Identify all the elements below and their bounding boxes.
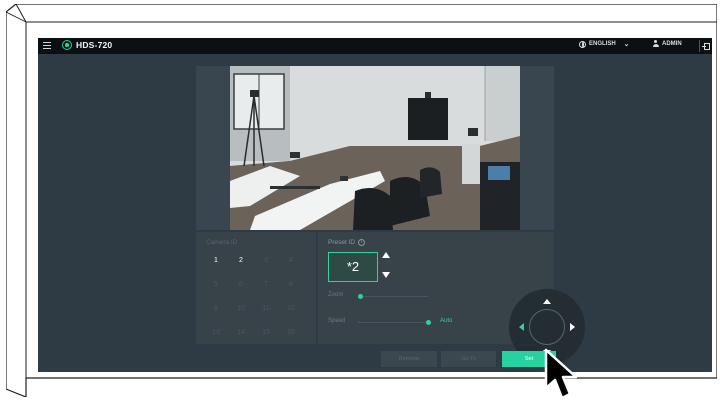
zoom-label: Zoom: [328, 292, 344, 298]
preset-id-title: Preset ID i: [328, 239, 366, 246]
zoom-slider-handle[interactable]: [358, 294, 363, 299]
camera-3-button[interactable]: 3: [258, 254, 274, 268]
top-bar: HDS-720 ENGLISH ⌄ ADMIN: [38, 38, 712, 54]
camera-control-app: HDS-720 ENGLISH ⌄ ADMIN Camera ID 1 2 3 …: [38, 38, 712, 372]
camera-2-button[interactable]: 2: [233, 253, 249, 268]
menu-icon[interactable]: [43, 42, 51, 50]
camera-12-button[interactable]: 12: [283, 302, 299, 316]
speed-slider-handle[interactable]: [426, 320, 431, 325]
globe-icon: [579, 40, 586, 48]
camera-9-button[interactable]: 9: [208, 302, 224, 316]
camera-id-title: Camera ID: [206, 239, 238, 246]
app-title: HDS-720: [76, 40, 113, 50]
camera-4-button[interactable]: 4: [283, 254, 299, 268]
camera-id-panel: Camera ID 1 2 3 4 5 6 7 8 9 10 11 12 13 …: [196, 232, 316, 344]
user-icon: [652, 40, 659, 47]
logout-button[interactable]: [699, 40, 712, 52]
logout-icon: [702, 42, 710, 50]
camera-video-feed: [230, 66, 520, 230]
arrow-left-icon[interactable]: [519, 323, 524, 331]
camera-14-button[interactable]: 14: [233, 326, 249, 340]
camera-13-button[interactable]: 13: [208, 326, 224, 340]
arrow-up-icon[interactable]: [543, 299, 551, 304]
video-panel: [196, 66, 554, 230]
language-label: ENGLISH: [589, 41, 616, 47]
ptz-center-button[interactable]: [529, 309, 565, 345]
cursor-icon: [544, 348, 584, 405]
speed-slider-track[interactable]: [358, 322, 430, 323]
zoom-slider-track[interactable]: [358, 296, 428, 297]
info-icon[interactable]: i: [358, 239, 366, 246]
arrow-right-icon[interactable]: [570, 323, 575, 331]
camera-6-button[interactable]: 6: [233, 278, 249, 292]
camera-1-button[interactable]: 1: [208, 254, 224, 268]
preset-decrement-icon[interactable]: [382, 272, 390, 278]
preset-increment-icon[interactable]: [382, 252, 390, 258]
camera-10-button[interactable]: 10: [233, 302, 249, 316]
logo-icon: [62, 40, 72, 50]
user-label: ADMIN: [662, 40, 682, 47]
preset-panel: Preset ID i *2 Zoom Speed Auto: [318, 232, 585, 365]
camera-16-button[interactable]: 16: [283, 326, 299, 340]
goto-button[interactable]: Go To: [441, 351, 496, 367]
camera-5-button[interactable]: 5: [208, 278, 224, 292]
preset-id-label: Preset ID: [328, 239, 356, 246]
camera-15-button[interactable]: 15: [258, 326, 274, 340]
preset-id-value[interactable]: *2: [328, 252, 378, 282]
camera-11-button[interactable]: 11: [258, 302, 274, 316]
chevron-down-icon: ⌄: [623, 41, 630, 48]
speed-auto-label: Auto: [440, 318, 453, 324]
user-menu[interactable]: ADMIN: [652, 40, 682, 47]
language-selector[interactable]: ENGLISH ⌄: [579, 40, 630, 48]
camera-8-button[interactable]: 8: [283, 278, 299, 292]
remove-button[interactable]: Remove: [381, 351, 437, 367]
speed-label: Speed: [328, 318, 346, 324]
camera-7-button[interactable]: 7: [258, 278, 274, 292]
